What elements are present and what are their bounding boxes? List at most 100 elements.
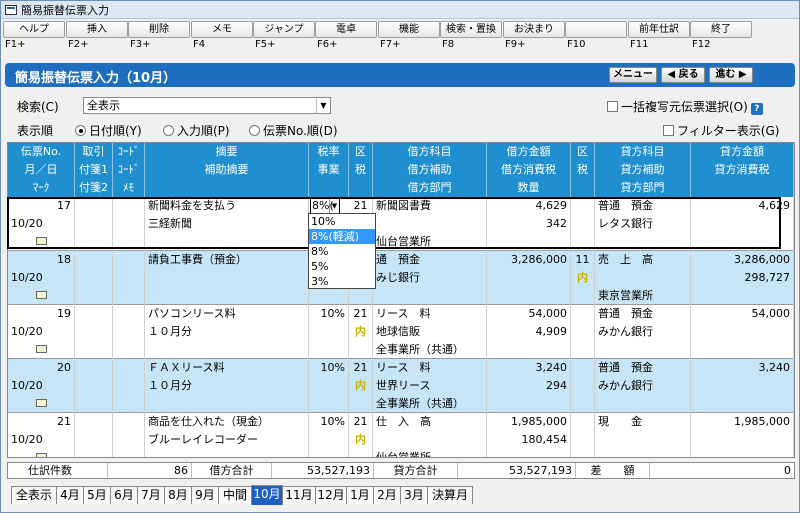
help-icon[interactable]: ? [750, 103, 763, 115]
grid-cell[interactable] [691, 449, 794, 457]
order-slip-radio[interactable]: 伝票No.順(D) [249, 122, 338, 139]
grid-cell[interactable] [309, 377, 349, 395]
tab-month[interactable]: 全表示 [11, 486, 57, 504]
grid-cell[interactable]: 180,454 [487, 431, 571, 449]
grid-cell[interactable] [75, 215, 113, 233]
grid-cell[interactable]: 普通 預金 [595, 305, 691, 323]
grid-cell[interactable] [145, 269, 309, 287]
grid-cell[interactable] [113, 395, 145, 413]
tab-month[interactable]: 8月 [164, 486, 192, 504]
grid-cell[interactable]: 20 [8, 359, 75, 377]
tax-rate-select[interactable]: 8%( ▼ [310, 198, 340, 214]
grid-cell[interactable]: 17 [8, 197, 75, 215]
tax-rate-option[interactable]: 10% [309, 214, 375, 229]
grid-cell[interactable]: 10/20 [8, 377, 75, 395]
fkey-button[interactable]: 検索・置換 [440, 21, 502, 38]
grid-cell[interactable]: 54,000 [487, 305, 571, 323]
grid-cell[interactable]: 仙台営業所 [373, 449, 487, 457]
grid-cell[interactable]: １０月分 [145, 323, 309, 341]
grid-cell[interactable]: 10% [309, 413, 349, 431]
grid-cell[interactable]: 3,240 [691, 359, 794, 377]
grid-cell[interactable] [571, 377, 595, 395]
grid-cell[interactable]: 1,985,000 [691, 413, 794, 431]
grid-cell[interactable]: 普通 預金 [595, 197, 691, 215]
grid-cell[interactable] [571, 305, 595, 323]
grid-cell[interactable] [75, 449, 113, 457]
grid-cell[interactable] [113, 287, 145, 305]
grid-cell[interactable] [595, 449, 691, 457]
grid-cell[interactable]: 10% [309, 359, 349, 377]
forward-button[interactable]: 進む ▶ [709, 67, 753, 83]
fkey-button[interactable]: 機能 [378, 21, 440, 38]
grid-cell[interactable] [8, 233, 75, 251]
grid-cell[interactable] [8, 341, 75, 359]
grid-cell[interactable] [75, 431, 113, 449]
fkey-button[interactable]: 挿入 [66, 21, 128, 38]
grid-cell[interactable] [571, 359, 595, 377]
tab-month[interactable]: 10月 [251, 485, 283, 505]
grid-cell[interactable] [487, 269, 571, 287]
fkey-button[interactable] [565, 21, 627, 38]
grid-cell[interactable]: 18 [8, 251, 75, 269]
tab-month[interactable]: 5月 [83, 486, 111, 504]
tax-rate-option[interactable]: 3% [309, 274, 375, 289]
grid-cell[interactable]: 内 [349, 431, 373, 449]
tax-rate-option[interactable]: 5% [309, 259, 375, 274]
grid-cell[interactable]: 現 金 [595, 413, 691, 431]
grid-cell[interactable]: 3,240 [487, 359, 571, 377]
grid-cell[interactable] [571, 413, 595, 431]
grid-cell[interactable]: 仕 入 高 [373, 413, 487, 431]
grid-cell[interactable] [145, 395, 309, 413]
tab-month[interactable]: 4月 [56, 486, 84, 504]
grid-cell[interactable] [595, 431, 691, 449]
grid-cell[interactable]: ブルーレイレコーダー [145, 431, 309, 449]
memo-mark-icon[interactable] [35, 237, 47, 245]
grid-cell[interactable]: 全事業所（共通） [373, 395, 487, 413]
grid-cell[interactable] [113, 233, 145, 251]
filter-option[interactable]: フィルター表示(G) [663, 122, 779, 139]
memo-mark-icon[interactable] [35, 291, 47, 299]
grid-cell[interactable]: 売 上 高 [595, 251, 691, 269]
memo-mark-icon[interactable] [35, 453, 47, 457]
grid-cell[interactable] [487, 287, 571, 305]
grid-cell[interactable]: 54,000 [691, 305, 794, 323]
grid-cell[interactable]: 294 [487, 377, 571, 395]
grid-cell[interactable] [309, 431, 349, 449]
tab-month[interactable]: 1月 [346, 486, 374, 504]
grid-cell[interactable]: 11 [571, 251, 595, 269]
search-select[interactable]: 全表示 ▼ [83, 97, 331, 114]
tab-month[interactable]: 12月 [315, 486, 347, 504]
memo-mark-icon[interactable] [35, 345, 47, 353]
grid-cell[interactable] [487, 341, 571, 359]
back-button[interactable]: ◀ 戻る [661, 67, 705, 83]
grid-cell[interactable] [571, 233, 595, 251]
grid-cell[interactable]: 仙台営業所 [373, 233, 487, 251]
grid-cell[interactable] [373, 431, 487, 449]
bulk-copy-option[interactable]: 一括複写元伝票選択(O)? [607, 98, 763, 115]
order-input-radio[interactable]: 入力順(P) [163, 122, 230, 139]
grid-cell[interactable] [373, 215, 487, 233]
grid-cell[interactable]: みかん銀行 [595, 377, 691, 395]
grid-cell[interactable] [113, 377, 145, 395]
grid-cell[interactable] [75, 197, 113, 215]
grid-cell[interactable]: 新聞料金を支払う [145, 197, 309, 215]
grid-cell[interactable]: 10/20 [8, 269, 75, 287]
grid-cell[interactable] [349, 287, 373, 305]
grid-cell[interactable]: みじ銀行 [373, 269, 487, 287]
grid-cell[interactable] [75, 413, 113, 431]
chevron-down-icon[interactable]: ▼ [329, 199, 339, 213]
tab-month[interactable]: 2月 [373, 486, 401, 504]
grid-cell[interactable] [145, 233, 309, 251]
grid-cell[interactable] [75, 269, 113, 287]
grid-cell[interactable] [75, 233, 113, 251]
grid-cell[interactable] [349, 395, 373, 413]
grid-cell[interactable]: 342 [487, 215, 571, 233]
grid-cell[interactable] [75, 377, 113, 395]
tab-month[interactable]: 9月 [191, 486, 219, 504]
grid-cell[interactable] [113, 449, 145, 457]
grid-cell[interactable]: 298,727 [691, 269, 794, 287]
grid-cell[interactable]: 4,909 [487, 323, 571, 341]
grid-cell[interactable] [487, 395, 571, 413]
grid-cell[interactable] [691, 395, 794, 413]
grid-cell[interactable] [571, 287, 595, 305]
